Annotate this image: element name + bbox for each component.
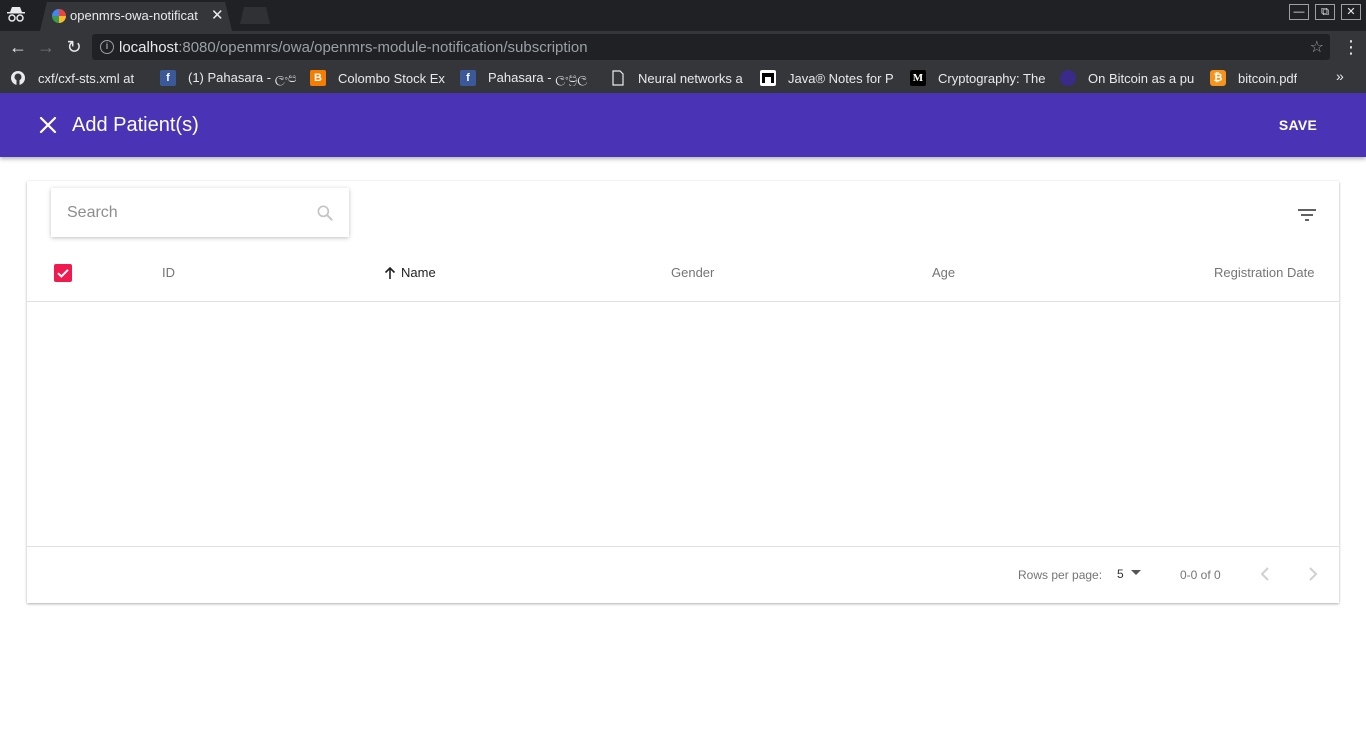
filter-list-icon[interactable] — [1295, 203, 1319, 227]
rows-per-page-label: Rows per page: — [1018, 568, 1103, 582]
medium-icon: M — [910, 70, 926, 86]
url-text: localhost:8080/openmrs/owa/openmrs-modul… — [119, 39, 588, 56]
bookmark-item[interactable]: Java® Notes for P — [760, 69, 898, 87]
incognito-icon — [7, 7, 25, 22]
bitcoin-icon: ₿ — [1210, 70, 1226, 86]
bookmark-label: Cryptography: The — [938, 70, 1046, 86]
next-page-chevron-icon[interactable] — [1301, 562, 1325, 586]
column-header-gender[interactable]: Gender — [671, 265, 714, 280]
reload-icon[interactable]: ↻ — [64, 37, 84, 57]
goalkicker-icon — [760, 70, 776, 86]
facebook-icon: f — [160, 70, 176, 86]
bookmark-item[interactable]: f Pahasara - ලංප්‍රල — [460, 69, 598, 87]
sort-ascending-arrow-icon[interactable] — [383, 265, 397, 281]
forward-arrow-icon[interactable]: → — [36, 37, 56, 57]
openmrs-favicon-icon — [52, 9, 66, 23]
patients-table-card: ID Name Gender Age Registration Date Row… — [27, 181, 1339, 603]
close-tab-icon[interactable]: ✕ — [211, 6, 224, 24]
bookmark-label: (1) Pahasara - ලංප — [188, 70, 296, 85]
back-arrow-icon[interactable]: ← — [8, 37, 28, 57]
search-icon[interactable] — [315, 203, 335, 223]
bookmark-label: bitcoin.pdf — [1238, 70, 1298, 86]
bookmark-label: Neural networks a — [638, 70, 743, 86]
browser-tab-strip: openmrs-owa-notificat ✕ — ⧉ ✕ — [0, 0, 1366, 31]
bookmark-label: Java® Notes for P — [788, 70, 894, 86]
checkmark-icon — [57, 269, 69, 278]
search-input[interactable] — [67, 202, 297, 224]
app-bar: Add Patient(s) SAVE — [0, 93, 1366, 157]
info-icon[interactable]: i — [100, 40, 114, 54]
pagination-range: 0-0 of 0 — [1180, 568, 1221, 582]
bookmark-label: Pahasara - ලංප්‍රල — [488, 70, 588, 85]
bookmark-item[interactable]: f (1) Pahasara - ලංප — [160, 69, 296, 87]
previous-page-chevron-icon[interactable] — [1253, 562, 1277, 586]
new-tab-button[interactable] — [240, 7, 270, 24]
restore-window-icon[interactable]: ⧉ — [1315, 4, 1335, 20]
page-title: Add Patient(s) — [72, 114, 199, 136]
page-icon — [610, 70, 626, 86]
column-header-age[interactable]: Age — [932, 265, 955, 280]
browser-tab[interactable]: openmrs-owa-notificat ✕ — [40, 2, 232, 31]
table-body — [27, 302, 1339, 546]
globe-icon — [1060, 70, 1076, 86]
close-window-icon[interactable]: ✕ — [1341, 4, 1361, 20]
select-all-checkbox[interactable] — [54, 264, 72, 282]
bookmark-label: Colombo Stock Ex — [338, 70, 445, 86]
github-icon — [10, 70, 26, 86]
close-icon[interactable] — [36, 113, 60, 137]
bookmark-label: cxf/cxf-sts.xml at — [38, 70, 135, 86]
bookmark-star-icon[interactable]: ☆ — [1310, 37, 1324, 57]
more-bookmarks-chevron-icon[interactable]: » — [1336, 68, 1344, 84]
rows-per-page-select[interactable]: 5 — [1117, 567, 1124, 581]
bookmark-item[interactable]: On Bitcoin as a pu — [1060, 69, 1198, 87]
blogger-icon: B — [310, 70, 326, 86]
facebook-icon: f — [460, 70, 476, 86]
bookmark-label: On Bitcoin as a pu — [1088, 70, 1195, 86]
address-bar[interactable]: i localhost:8080/openmrs/owa/openmrs-mod… — [92, 34, 1330, 60]
save-button[interactable]: SAVE — [1268, 111, 1328, 139]
browser-toolbar: ← → ↻ i localhost:8080/openmrs/owa/openm… — [0, 31, 1366, 63]
bookmarks-bar: cxf/cxf-sts.xml at f (1) Pahasara - ලංප … — [0, 63, 1366, 93]
bookmark-item[interactable]: M Cryptography: The — [910, 69, 1048, 87]
column-header-id[interactable]: ID — [162, 265, 175, 280]
browser-menu-icon[interactable]: ⋮ — [1342, 37, 1360, 57]
bookmark-item[interactable]: Neural networks a — [610, 69, 748, 87]
minimize-window-icon[interactable]: — — [1289, 4, 1309, 20]
url-path: :8080/openmrs/owa/openmrs-module-notific… — [178, 39, 588, 56]
search-box — [51, 188, 349, 237]
column-header-registration-date[interactable]: Registration Date — [1214, 265, 1314, 280]
bookmark-item[interactable]: ₿ bitcoin.pdf — [1210, 69, 1320, 87]
dropdown-caret-icon[interactable] — [1131, 570, 1141, 575]
url-host: localhost — [119, 39, 179, 56]
tab-title: openmrs-owa-notificat — [70, 8, 198, 23]
bookmark-item[interactable]: cxf/cxf-sts.xml at — [10, 69, 146, 87]
footer-divider — [27, 546, 1339, 547]
bookmark-item[interactable]: B Colombo Stock Ex — [310, 69, 448, 87]
column-header-name[interactable]: Name — [401, 265, 436, 280]
